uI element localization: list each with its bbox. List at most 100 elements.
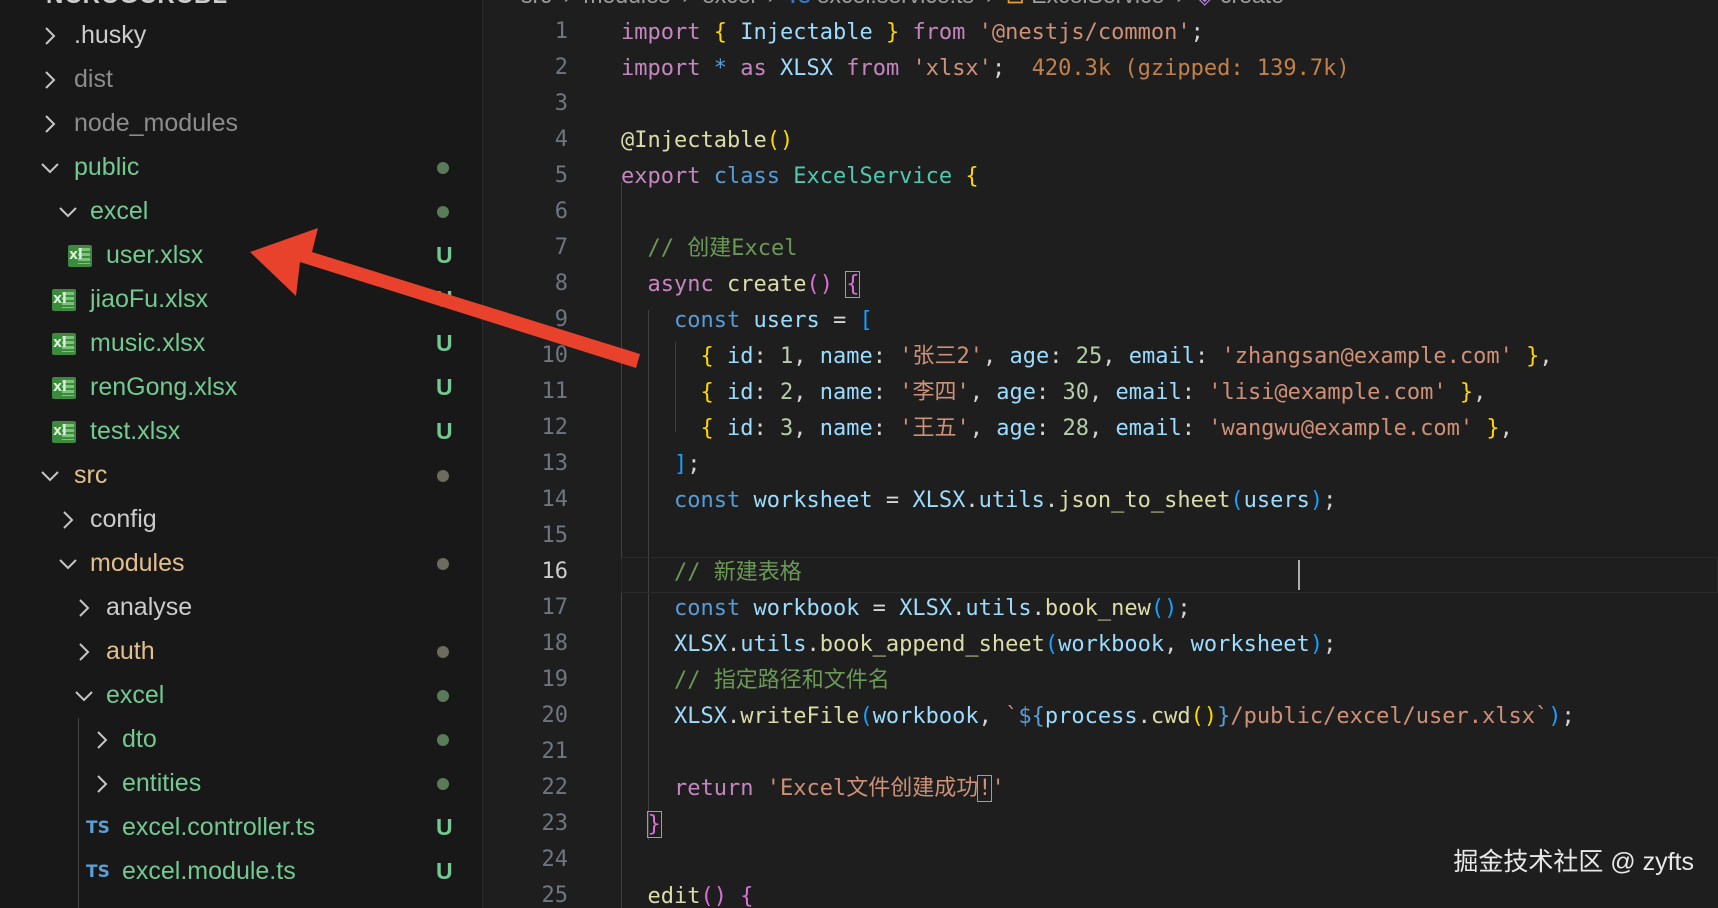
tree-item-excel-module-ts[interactable]: TS excel.module.ts U bbox=[0, 850, 482, 894]
line-number: 24 bbox=[541, 847, 569, 872]
code-line: 25 edit() { bbox=[483, 880, 1718, 908]
untracked-badge: U bbox=[436, 286, 453, 312]
code-line: 13 ]; bbox=[483, 448, 1718, 484]
import-cost-hint: 420.3k (gzipped: 139.7k) bbox=[1031, 56, 1350, 81]
tree-item-label: public bbox=[74, 153, 140, 181]
modified-dot-icon bbox=[437, 162, 449, 174]
line-number: 13 bbox=[541, 451, 569, 476]
chevron-right-icon bbox=[38, 112, 62, 136]
code-line: 17 const workbook = XLSX.utils.book_new(… bbox=[483, 592, 1718, 628]
untracked-badge: U bbox=[436, 814, 453, 840]
tree-item-node-modules[interactable]: node_modules bbox=[0, 102, 482, 146]
line-number: 11 bbox=[541, 379, 569, 404]
line-number: 25 bbox=[541, 883, 569, 908]
excel-file-icon: xl bbox=[52, 374, 76, 402]
tree-item-label: test.xlsx bbox=[90, 417, 181, 445]
tree-item-label: excel bbox=[106, 681, 165, 709]
line-number: 21 bbox=[541, 739, 569, 764]
code-line-active: 16 // 新建表格 bbox=[483, 556, 1718, 592]
code-line: 7 // 创建Excel bbox=[483, 232, 1718, 268]
tree-item-src[interactable]: src bbox=[0, 454, 482, 498]
tree-item-rengong-xlsx[interactable]: xl renGong.xlsx U bbox=[0, 366, 482, 410]
line-number: 15 bbox=[541, 523, 569, 548]
tree-item-label: renGong.xlsx bbox=[90, 373, 238, 401]
untracked-badge: U bbox=[436, 242, 453, 268]
line-number: 20 bbox=[541, 703, 569, 728]
tree-item-excel-controller-ts[interactable]: TS excel.controller.ts U bbox=[0, 806, 482, 850]
breadcrumb-item[interactable]: create bbox=[1220, 0, 1284, 8]
tree-item-config[interactable]: config bbox=[0, 498, 482, 542]
line-number: 5 bbox=[554, 163, 568, 188]
modified-dot-icon bbox=[437, 690, 449, 702]
breadcrumb-item[interactable]: src bbox=[521, 0, 552, 8]
chevron-down-icon bbox=[56, 552, 80, 576]
line-number: 14 bbox=[541, 487, 569, 512]
untracked-badge: U bbox=[436, 418, 453, 444]
excel-file-icon: xl bbox=[52, 330, 76, 358]
excel-file-icon: xl bbox=[52, 286, 76, 314]
tree-item-label: node_modules bbox=[74, 109, 239, 137]
tree-item-label: .husky bbox=[74, 21, 147, 49]
tree-item-jiaofu-xlsx[interactable]: xl jiaoFu.xlsx U bbox=[0, 278, 482, 322]
tree-item-label: dist bbox=[74, 65, 113, 93]
code-line: 9 const users = [ bbox=[483, 304, 1718, 340]
code-line: 2 import * as XLSX from 'xlsx'; 420.3k (g… bbox=[483, 52, 1718, 88]
tree-item-label: jiaoFu.xlsx bbox=[90, 285, 209, 313]
tree-item-entities[interactable]: entities bbox=[0, 762, 482, 806]
line-number: 3 bbox=[554, 91, 568, 116]
code-line: 8 async create() { bbox=[483, 268, 1718, 304]
chevron-down-icon bbox=[38, 464, 62, 488]
breadcrumb-item[interactable]: modules bbox=[583, 0, 670, 8]
chevron-down-icon bbox=[56, 200, 80, 224]
untracked-badge: U bbox=[436, 858, 453, 884]
tree-item-dto[interactable]: dto bbox=[0, 718, 482, 762]
modified-dot-icon bbox=[437, 734, 449, 746]
modified-dot-icon bbox=[437, 646, 449, 658]
typescript-file-icon: TS bbox=[787, 0, 810, 7]
tree-item-husky[interactable]: .husky bbox=[0, 14, 482, 58]
chevron-right-icon bbox=[72, 596, 96, 620]
code-line: 5 export class ExcelService { bbox=[483, 160, 1718, 196]
chevron-right-icon bbox=[38, 24, 62, 48]
modified-dot-icon bbox=[437, 778, 449, 790]
tree-item-dist[interactable]: dist bbox=[0, 58, 482, 102]
code-line: 15 bbox=[483, 520, 1718, 556]
code-line: 19 // 指定路径和文件名 bbox=[483, 664, 1718, 700]
tree-item-user-xlsx[interactable]: xl user.xlsx U bbox=[0, 234, 482, 278]
chevron-right-icon bbox=[72, 640, 96, 664]
line-number: 19 bbox=[541, 667, 569, 692]
tree-item-modules[interactable]: modules bbox=[0, 542, 482, 586]
tree-item-label: music.xlsx bbox=[90, 329, 206, 357]
watermark: 掘金技术社区 @ zyfts bbox=[1453, 848, 1694, 876]
code-line: 14 const worksheet = XLSX.utils.json_to_… bbox=[483, 484, 1718, 520]
code-line: 11 { id: 2, name: '李四', age: 30, email: … bbox=[483, 376, 1718, 412]
tree-item-analyse[interactable]: analyse bbox=[0, 586, 482, 630]
class-symbol-icon: ⊡ bbox=[1006, 0, 1025, 8]
code-line: 4 @Injectable() bbox=[483, 124, 1718, 160]
tree-item-modules-excel[interactable]: excel bbox=[0, 674, 482, 718]
breadcrumb-item[interactable]: excel.service.ts bbox=[817, 0, 974, 8]
tree-item-auth[interactable]: auth bbox=[0, 630, 482, 674]
code-line: 3 bbox=[483, 88, 1718, 124]
tree-item-public-excel[interactable]: excel bbox=[0, 190, 482, 234]
code-line: 23 } bbox=[483, 808, 1718, 844]
text-cursor bbox=[1298, 560, 1300, 590]
code-editor[interactable]: src›modules›excel›TS excel.service.ts›⊡ … bbox=[483, 0, 1718, 908]
code-line: 10 { id: 1, name: '张三2', age: 25, email:… bbox=[483, 340, 1718, 376]
tree-item-test-xlsx[interactable]: xl test.xlsx U bbox=[0, 410, 482, 454]
tree-item-label: user.xlsx bbox=[106, 241, 204, 269]
code-line: 21 bbox=[483, 736, 1718, 772]
line-number: 17 bbox=[541, 595, 569, 620]
tree-item-label: modules bbox=[90, 549, 185, 577]
line-number: 10 bbox=[541, 343, 569, 368]
tree-item-music-xlsx[interactable]: xl music.xlsx U bbox=[0, 322, 482, 366]
chevron-right-icon bbox=[38, 68, 62, 92]
breadcrumb-item[interactable]: ExcelService bbox=[1031, 0, 1164, 8]
code-line: 22 return 'Excel文件创建成功!' bbox=[483, 772, 1718, 808]
chevron-right-icon bbox=[90, 728, 114, 752]
tree-item-public[interactable]: public bbox=[0, 146, 482, 190]
tree-item-label: excel.controller.ts bbox=[122, 813, 316, 841]
untracked-badge: U bbox=[436, 330, 453, 356]
code-line: 6 bbox=[483, 196, 1718, 232]
breadcrumb-item[interactable]: excel bbox=[702, 0, 756, 8]
